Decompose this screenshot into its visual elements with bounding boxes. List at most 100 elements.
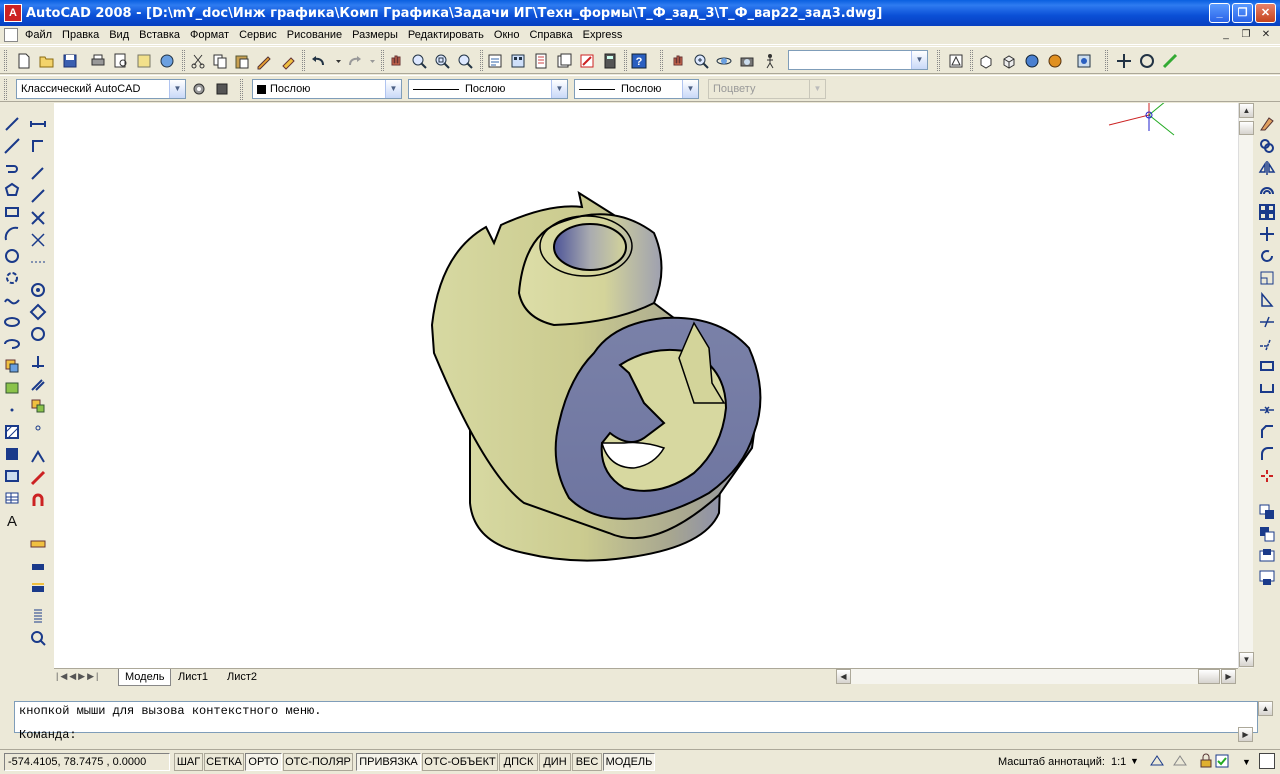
- snap-toggle[interactable]: ШАГ: [174, 753, 203, 771]
- sphere-shaded-icon[interactable]: [1022, 51, 1042, 71]
- line-icon[interactable]: [2, 114, 22, 134]
- chevron-down-icon[interactable]: ▼: [551, 80, 567, 98]
- point-icon[interactable]: [2, 400, 22, 420]
- pencil-icon[interactable]: [254, 51, 274, 71]
- workspace-save-icon[interactable]: [212, 79, 232, 99]
- cmd-scroll-right-button[interactable]: ▶: [1238, 727, 1253, 742]
- menu-express[interactable]: Express: [578, 26, 628, 45]
- measure-icon[interactable]: [28, 446, 48, 466]
- preview-icon[interactable]: [111, 51, 131, 71]
- workspace-icon[interactable]: [946, 51, 966, 71]
- workspace-settings-icon[interactable]: [189, 79, 209, 99]
- region-icon[interactable]: [2, 466, 22, 486]
- hatch-icon[interactable]: [2, 422, 22, 442]
- polyline-icon[interactable]: [2, 158, 22, 178]
- doc-minimize-button[interactable]: _: [1218, 28, 1234, 42]
- ruler-icon[interactable]: [28, 534, 48, 554]
- sheetset-icon[interactable]: [554, 51, 574, 71]
- extend-icon[interactable]: [28, 230, 48, 250]
- chevron-down-icon[interactable]: ▼: [682, 80, 698, 98]
- autocad-app-icon[interactable]: A: [4, 4, 22, 22]
- zoom-previous-icon[interactable]: [455, 51, 475, 71]
- orbit-icon[interactable]: [714, 51, 734, 71]
- dim-linear-icon[interactable]: [28, 114, 48, 134]
- dim-ordinate-icon[interactable]: [28, 136, 48, 156]
- pan-icon[interactable]: [386, 51, 406, 71]
- maximize-button[interactable]: ❐: [1232, 3, 1253, 23]
- toolbar-grip[interactable]: [240, 79, 243, 100]
- layer-icon[interactable]: [28, 556, 48, 576]
- chamfer-icon[interactable]: [1257, 422, 1277, 442]
- copy-icon[interactable]: [210, 51, 230, 71]
- array-icon[interactable]: [1257, 202, 1277, 222]
- view-combo[interactable]: ▼: [788, 50, 928, 70]
- osnap-toggle[interactable]: ПРИВЯЗКА: [356, 753, 421, 771]
- doc-restore-button[interactable]: ❐: [1238, 28, 1254, 42]
- join-icon[interactable]: [1257, 400, 1277, 420]
- align-icon[interactable]: [1160, 51, 1180, 71]
- mirror-icon[interactable]: [28, 186, 48, 206]
- hscroll-thumb[interactable]: [1198, 669, 1220, 684]
- move-icon[interactable]: [1114, 51, 1134, 71]
- menu-edit[interactable]: Правка: [57, 26, 104, 45]
- offset-modify-icon[interactable]: [1257, 180, 1277, 200]
- erase-icon[interactable]: [1257, 114, 1277, 134]
- pan-icon-2[interactable]: [668, 51, 688, 71]
- open-icon[interactable]: [37, 51, 57, 71]
- lwt-toggle[interactable]: ВЕС: [572, 753, 602, 771]
- draworder-under-icon[interactable]: [1257, 568, 1277, 588]
- matchprop-icon[interactable]: [278, 51, 298, 71]
- polygon-icon[interactable]: [2, 180, 22, 200]
- tab-layout1[interactable]: Лист1: [172, 669, 214, 686]
- scroll-thumb[interactable]: [1239, 121, 1254, 135]
- draworder-back-icon[interactable]: [1257, 524, 1277, 544]
- grid-toggle[interactable]: СЕТКА: [204, 753, 244, 771]
- xline-icon[interactable]: [2, 136, 22, 156]
- calculator-icon[interactable]: [600, 51, 620, 71]
- linetype-combo[interactable]: Послою ▼: [408, 79, 568, 99]
- chevron-down-icon[interactable]: ▼: [1242, 757, 1251, 767]
- ortho-toggle[interactable]: ОРТО: [245, 753, 282, 771]
- copy-modify-icon[interactable]: [1257, 136, 1277, 156]
- layer-state-icon[interactable]: [28, 578, 48, 598]
- draworder-above-icon[interactable]: [1257, 546, 1277, 566]
- menu-format[interactable]: Формат: [185, 26, 234, 45]
- draworder-front-icon[interactable]: [1257, 502, 1277, 522]
- explode-icon[interactable]: [28, 468, 48, 488]
- close-button[interactable]: ✕: [1255, 3, 1276, 23]
- dyn-toggle[interactable]: ДИН: [539, 753, 571, 771]
- scroll-right-button[interactable]: ▶: [1221, 669, 1236, 684]
- toolbar-grip[interactable]: [4, 50, 7, 71]
- redo-dropdown-icon[interactable]: [362, 51, 382, 71]
- menu-modify[interactable]: Редактировать: [403, 26, 489, 45]
- annotation-visibility-icon[interactable]: [1149, 753, 1165, 769]
- insert-block-icon[interactable]: [2, 356, 22, 376]
- menu-file[interactable]: Файл: [20, 26, 57, 45]
- gradient-icon[interactable]: [2, 444, 22, 464]
- workspace-combo[interactable]: Классический AutoCAD ▼: [16, 79, 186, 99]
- undo-icon[interactable]: [308, 51, 328, 71]
- extend-modify-icon[interactable]: [1257, 334, 1277, 354]
- ducs-toggle[interactable]: ДПСК: [499, 753, 538, 771]
- ucs-icon[interactable]: [28, 352, 48, 372]
- drawing-canvas[interactable]: [54, 103, 1238, 668]
- cut-icon[interactable]: [188, 51, 208, 71]
- vertical-scrollbar[interactable]: ▲ ▼: [1238, 103, 1254, 668]
- copy-object-icon[interactable]: [28, 164, 48, 184]
- fillet-icon[interactable]: [1257, 444, 1277, 464]
- color-combo[interactable]: Послою ▼: [252, 79, 402, 99]
- properties-icon[interactable]: [485, 51, 505, 71]
- break-modify-icon[interactable]: [1257, 378, 1277, 398]
- scale-icon[interactable]: [1257, 268, 1277, 288]
- sphere-realistic-icon[interactable]: [1045, 51, 1065, 71]
- autoscale-icon[interactable]: [1172, 753, 1188, 769]
- menu-draw[interactable]: Рисование: [282, 26, 347, 45]
- zoom-in-icon[interactable]: [691, 51, 711, 71]
- horizontal-scrollbar[interactable]: ◀ ▶: [836, 669, 1236, 684]
- toolbar-grip[interactable]: [937, 50, 940, 71]
- tray-settings-icon[interactable]: [1214, 753, 1230, 769]
- walk-icon[interactable]: [760, 51, 780, 71]
- clean-screen-icon[interactable]: [1259, 753, 1275, 769]
- paste-icon[interactable]: [232, 51, 252, 71]
- explode-modify-icon[interactable]: [1257, 466, 1277, 486]
